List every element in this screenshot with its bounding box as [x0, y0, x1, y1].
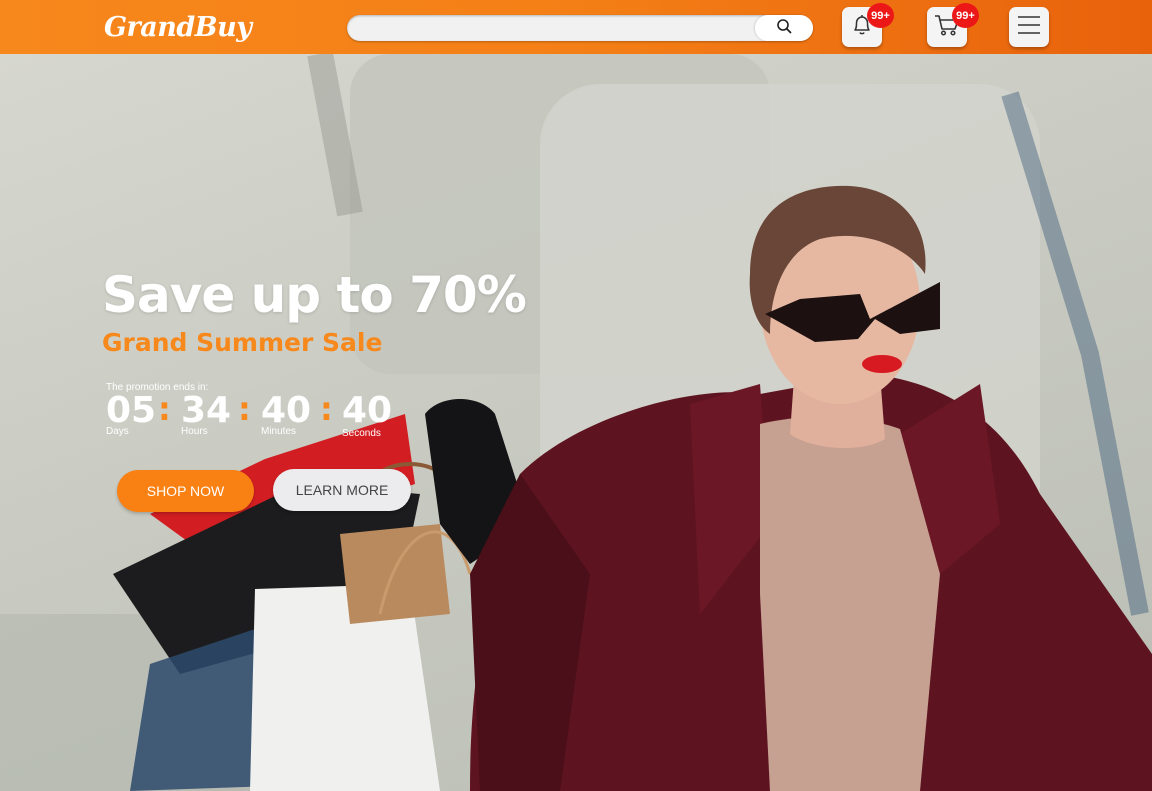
countdown-days: 05	[106, 390, 157, 431]
countdown-seconds-label: Seconds	[342, 428, 381, 439]
search-input[interactable]	[357, 18, 747, 38]
countdown-separator: :	[320, 390, 333, 428]
notifications-button[interactable]: 99+	[842, 3, 894, 47]
menu-icon	[1016, 14, 1042, 41]
cart-button[interactable]: 99+	[927, 3, 979, 47]
countdown-hours-label: Hours	[181, 426, 208, 437]
countdown-days-label: Days	[106, 426, 129, 437]
search-bar	[347, 15, 813, 41]
hero-headline: Save up to 70%	[102, 266, 527, 324]
search-button[interactable]	[755, 15, 813, 41]
countdown-separator: :	[158, 390, 171, 428]
logo[interactable]: GrandBuy	[104, 12, 252, 43]
search-icon	[776, 18, 792, 39]
countdown-separator: :	[238, 390, 251, 428]
countdown-hours: 34	[181, 390, 232, 431]
countdown-minutes: 40	[261, 390, 312, 431]
notifications-badge: 99+	[867, 3, 894, 28]
cart-badge: 99+	[952, 3, 979, 28]
hero-banner: Save up to 70% Grand Summer Sale The pro…	[0, 54, 1152, 791]
menu-button[interactable]	[1009, 7, 1049, 47]
countdown-minutes-label: Minutes	[261, 426, 297, 437]
countdown-seconds: 40	[342, 390, 393, 431]
top-navigation-bar: GrandBuy 99+ 99+	[0, 0, 1152, 54]
shop-now-button[interactable]: SHOP NOW	[117, 470, 254, 512]
hero-photo	[0, 54, 1152, 791]
hero-subheadline: Grand Summer Sale	[102, 328, 383, 357]
learn-more-button[interactable]: LEARN MORE	[273, 469, 411, 511]
